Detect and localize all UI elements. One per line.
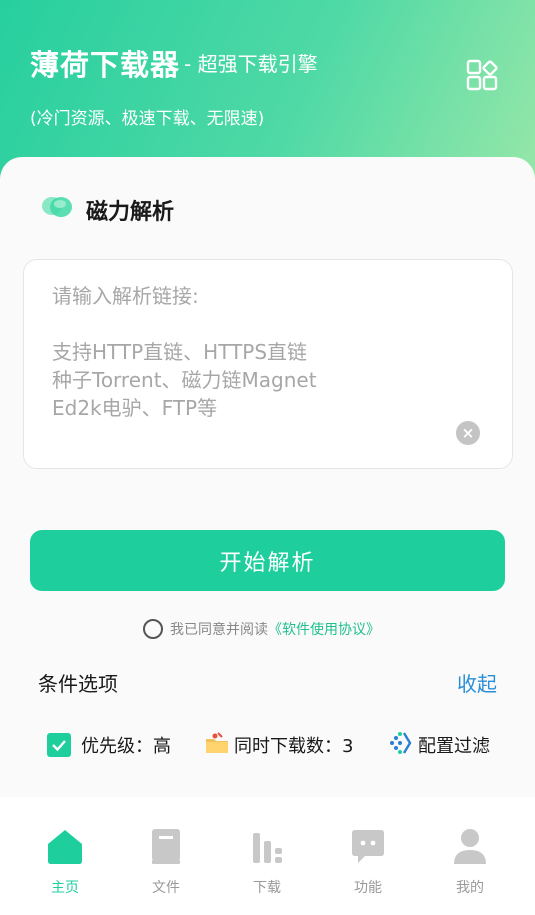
tab-home[interactable]: 主页 xyxy=(25,827,105,907)
tab-label-features: 功能 xyxy=(354,880,382,896)
link-input[interactable] xyxy=(52,282,472,452)
tab-label-download: 下载 xyxy=(253,880,281,896)
tab-features[interactable]: 功能 xyxy=(328,827,408,907)
link-input-box xyxy=(23,259,513,469)
concurrent-label: 同时下载数：3 xyxy=(234,736,354,757)
priority-option[interactable]: 优先级：高 xyxy=(47,731,171,759)
filter-option[interactable]: 配置过滤 xyxy=(386,731,490,759)
book-icon xyxy=(152,829,180,864)
filter-icon xyxy=(386,729,414,762)
agreement-row: 我已同意并阅读 《软件使用协议》 xyxy=(143,618,380,640)
app-title: 薄荷下载器 xyxy=(30,48,181,82)
clear-icon[interactable]: × xyxy=(456,421,480,445)
bar-chart-icon xyxy=(253,833,282,863)
main-card xyxy=(0,157,535,797)
bottom-tab-bar: 主页 文件 下载 功能 我的 xyxy=(0,797,535,915)
section-title: 磁力解析 xyxy=(86,200,175,225)
folder-icon xyxy=(204,730,230,761)
priority-label: 优先级：高 xyxy=(81,736,171,757)
filter-label: 配置过滤 xyxy=(418,736,490,757)
tab-label-home: 主页 xyxy=(51,880,79,896)
agreement-text: 我已同意并阅读 xyxy=(170,622,268,638)
app-subtitle: - 超强下载引擎 xyxy=(184,52,318,76)
grid-icon[interactable] xyxy=(466,58,500,92)
magnet-logo-icon xyxy=(40,190,76,222)
user-icon xyxy=(454,829,486,864)
concurrent-option[interactable]: 同时下载数：3 xyxy=(204,731,353,759)
checkbox-icon[interactable] xyxy=(47,733,71,757)
agreement-link[interactable]: 《软件使用协议》 xyxy=(268,619,380,639)
tab-profile[interactable]: 我的 xyxy=(430,827,510,907)
agreement-radio[interactable] xyxy=(143,619,163,639)
app-description: (冷门资源、极速下载、无限速) xyxy=(30,109,265,129)
tab-label-profile: 我的 xyxy=(456,880,484,896)
tab-download[interactable]: 下载 xyxy=(227,827,307,907)
options-label: 条件选项 xyxy=(38,672,118,696)
tab-files[interactable]: 文件 xyxy=(126,827,206,907)
collapse-button[interactable]: 收起 xyxy=(457,668,497,697)
tab-label-files: 文件 xyxy=(152,880,180,896)
home-icon xyxy=(48,830,82,864)
start-parse-button[interactable]: 开始解析 xyxy=(30,530,505,591)
chat-icon xyxy=(352,830,384,863)
